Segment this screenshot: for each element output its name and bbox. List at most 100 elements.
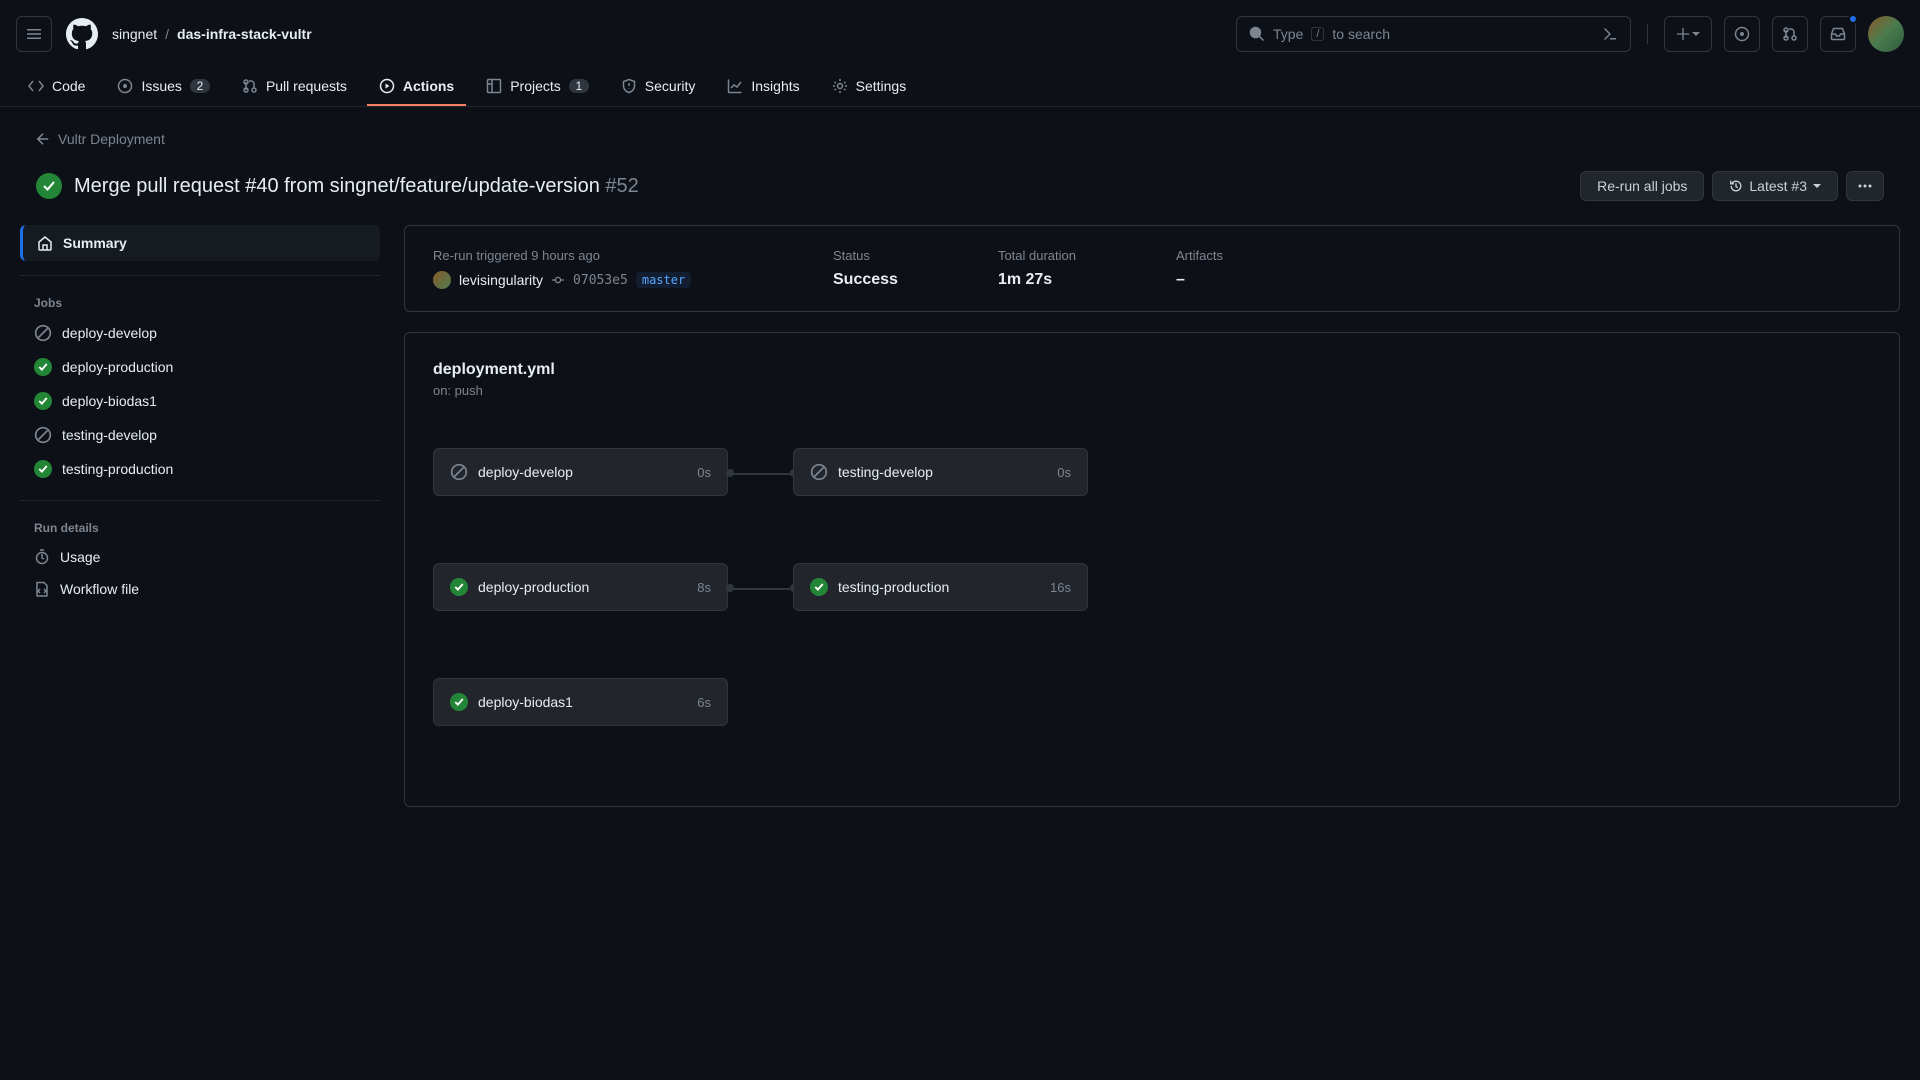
sidebar-job-deploy-develop[interactable]: deploy-develop xyxy=(20,316,380,350)
home-icon xyxy=(37,235,53,251)
more-actions-button[interactable] xyxy=(1846,171,1884,201)
owner-link[interactable]: singnet xyxy=(112,26,157,42)
workflow-trigger: on: push xyxy=(433,383,1871,398)
tab-projects[interactable]: Projects 1 xyxy=(474,68,601,106)
check-icon xyxy=(453,581,465,593)
notification-dot xyxy=(1848,14,1858,24)
job-card-testing-production[interactable]: testing-production 16s xyxy=(793,563,1088,611)
search-suffix: to search xyxy=(1332,26,1390,42)
file-icon xyxy=(34,581,50,597)
job-card-deploy-production[interactable]: deploy-production 8s xyxy=(433,563,728,611)
kebab-icon xyxy=(1857,178,1873,194)
run-info-card: Re-run triggered 9 hours ago levisingula… xyxy=(404,225,1900,312)
search-icon xyxy=(1249,26,1265,42)
duration-value: 1m 27s xyxy=(998,271,1076,289)
search-prefix: Type xyxy=(1273,26,1303,42)
commit-icon xyxy=(551,273,565,287)
sidebar-job-testing-develop[interactable]: testing-develop xyxy=(20,418,380,452)
commit-sha[interactable]: 07053e5 xyxy=(573,273,628,288)
menu-icon xyxy=(26,26,42,42)
workflow-card: deployment.yml on: push deploy-develop 0… xyxy=(404,332,1900,807)
user-avatar[interactable] xyxy=(1868,16,1904,52)
tab-settings[interactable]: Settings xyxy=(820,68,919,106)
workflow-graph: deploy-develop 0s testing-develop 0s d xyxy=(433,438,1871,778)
sidebar-job-deploy-biodas1[interactable]: deploy-biodas1 xyxy=(20,384,380,418)
check-icon xyxy=(34,358,52,376)
breadcrumb: singnet / das-infra-stack-vultr xyxy=(112,26,312,42)
projects-count: 1 xyxy=(569,79,589,93)
tab-code[interactable]: Code xyxy=(16,68,97,106)
run-title: Merge pull request #40 from singnet/feat… xyxy=(74,175,639,198)
caret-down-icon xyxy=(1692,30,1700,38)
rundetails-heading: Run details xyxy=(20,515,380,541)
check-icon xyxy=(813,581,825,593)
pulls-shortcut[interactable] xyxy=(1772,16,1808,52)
gear-icon xyxy=(832,78,848,94)
rerun-all-button[interactable]: Re-run all jobs xyxy=(1580,171,1704,201)
github-logo[interactable] xyxy=(64,16,100,52)
arrow-left-icon xyxy=(36,132,50,146)
hamburger-menu[interactable] xyxy=(16,16,52,52)
check-icon xyxy=(453,696,465,708)
status-value: Success xyxy=(833,271,898,289)
duration-label: Total duration xyxy=(998,248,1076,263)
notifications[interactable] xyxy=(1820,16,1856,52)
skip-icon xyxy=(810,463,828,481)
history-icon xyxy=(1729,179,1743,193)
check-icon xyxy=(41,178,57,194)
skip-icon xyxy=(34,324,52,342)
create-menu[interactable] xyxy=(1664,16,1712,52)
job-card-testing-develop[interactable]: testing-develop 0s xyxy=(793,448,1088,496)
shield-icon xyxy=(621,78,637,94)
back-link[interactable]: Vultr Deployment xyxy=(16,131,1904,147)
sidebar-job-deploy-production[interactable]: deploy-production xyxy=(20,350,380,384)
skip-icon xyxy=(450,463,468,481)
issue-icon xyxy=(1734,26,1750,42)
actor-avatar[interactable] xyxy=(433,271,451,289)
breadcrumb-sep: / xyxy=(165,26,169,42)
caret-down-icon xyxy=(1813,182,1821,190)
play-icon xyxy=(379,78,395,94)
tab-issues[interactable]: Issues 2 xyxy=(105,68,221,106)
sidebar-workflow-file[interactable]: Workflow file xyxy=(20,573,380,605)
sidebar-summary[interactable]: Summary xyxy=(20,225,380,261)
graph-icon xyxy=(727,78,743,94)
jobs-heading: Jobs xyxy=(20,290,380,316)
app-header: singnet / das-infra-stack-vultr Type / t… xyxy=(0,0,1920,68)
issue-icon xyxy=(117,78,133,94)
actor-name[interactable]: levisingularity xyxy=(459,272,543,288)
run-status-icon xyxy=(36,173,62,199)
artifacts-value: – xyxy=(1176,271,1223,289)
trigger-label: Re-run triggered 9 hours ago xyxy=(433,248,733,263)
project-icon xyxy=(486,78,502,94)
tab-insights[interactable]: Insights xyxy=(715,68,811,106)
sidebar-usage[interactable]: Usage xyxy=(20,541,380,573)
tab-actions[interactable]: Actions xyxy=(367,68,466,106)
issues-count: 2 xyxy=(190,79,210,93)
plus-icon xyxy=(1676,27,1690,41)
search-kbd: / xyxy=(1311,27,1324,41)
skip-icon xyxy=(34,426,52,444)
sidebar: Summary Jobs deploy-developdeploy-produc… xyxy=(20,225,380,807)
command-icon xyxy=(1602,26,1618,42)
job-card-deploy-develop[interactable]: deploy-develop 0s xyxy=(433,448,728,496)
sidebar-job-testing-production[interactable]: testing-production xyxy=(20,452,380,486)
code-icon xyxy=(28,78,44,94)
workflow-file-name: deployment.yml xyxy=(433,361,1871,379)
check-icon xyxy=(34,460,52,478)
repo-link[interactable]: das-infra-stack-vultr xyxy=(177,26,312,42)
pull-icon xyxy=(1782,26,1798,42)
run-title-row: Merge pull request #40 from singnet/feat… xyxy=(16,171,1904,201)
tab-pulls[interactable]: Pull requests xyxy=(230,68,359,106)
tab-security[interactable]: Security xyxy=(609,68,708,106)
search-input[interactable]: Type / to search xyxy=(1236,16,1631,52)
branch-tag[interactable]: master xyxy=(636,272,691,288)
inbox-icon xyxy=(1830,26,1846,42)
latest-attempt-button[interactable]: Latest #3 xyxy=(1712,171,1838,201)
pull-icon xyxy=(242,78,258,94)
job-card-deploy-biodas1[interactable]: deploy-biodas1 6s xyxy=(433,678,728,726)
stopwatch-icon xyxy=(34,549,50,565)
check-icon xyxy=(34,392,52,410)
artifacts-label: Artifacts xyxy=(1176,248,1223,263)
issues-shortcut[interactable] xyxy=(1724,16,1760,52)
